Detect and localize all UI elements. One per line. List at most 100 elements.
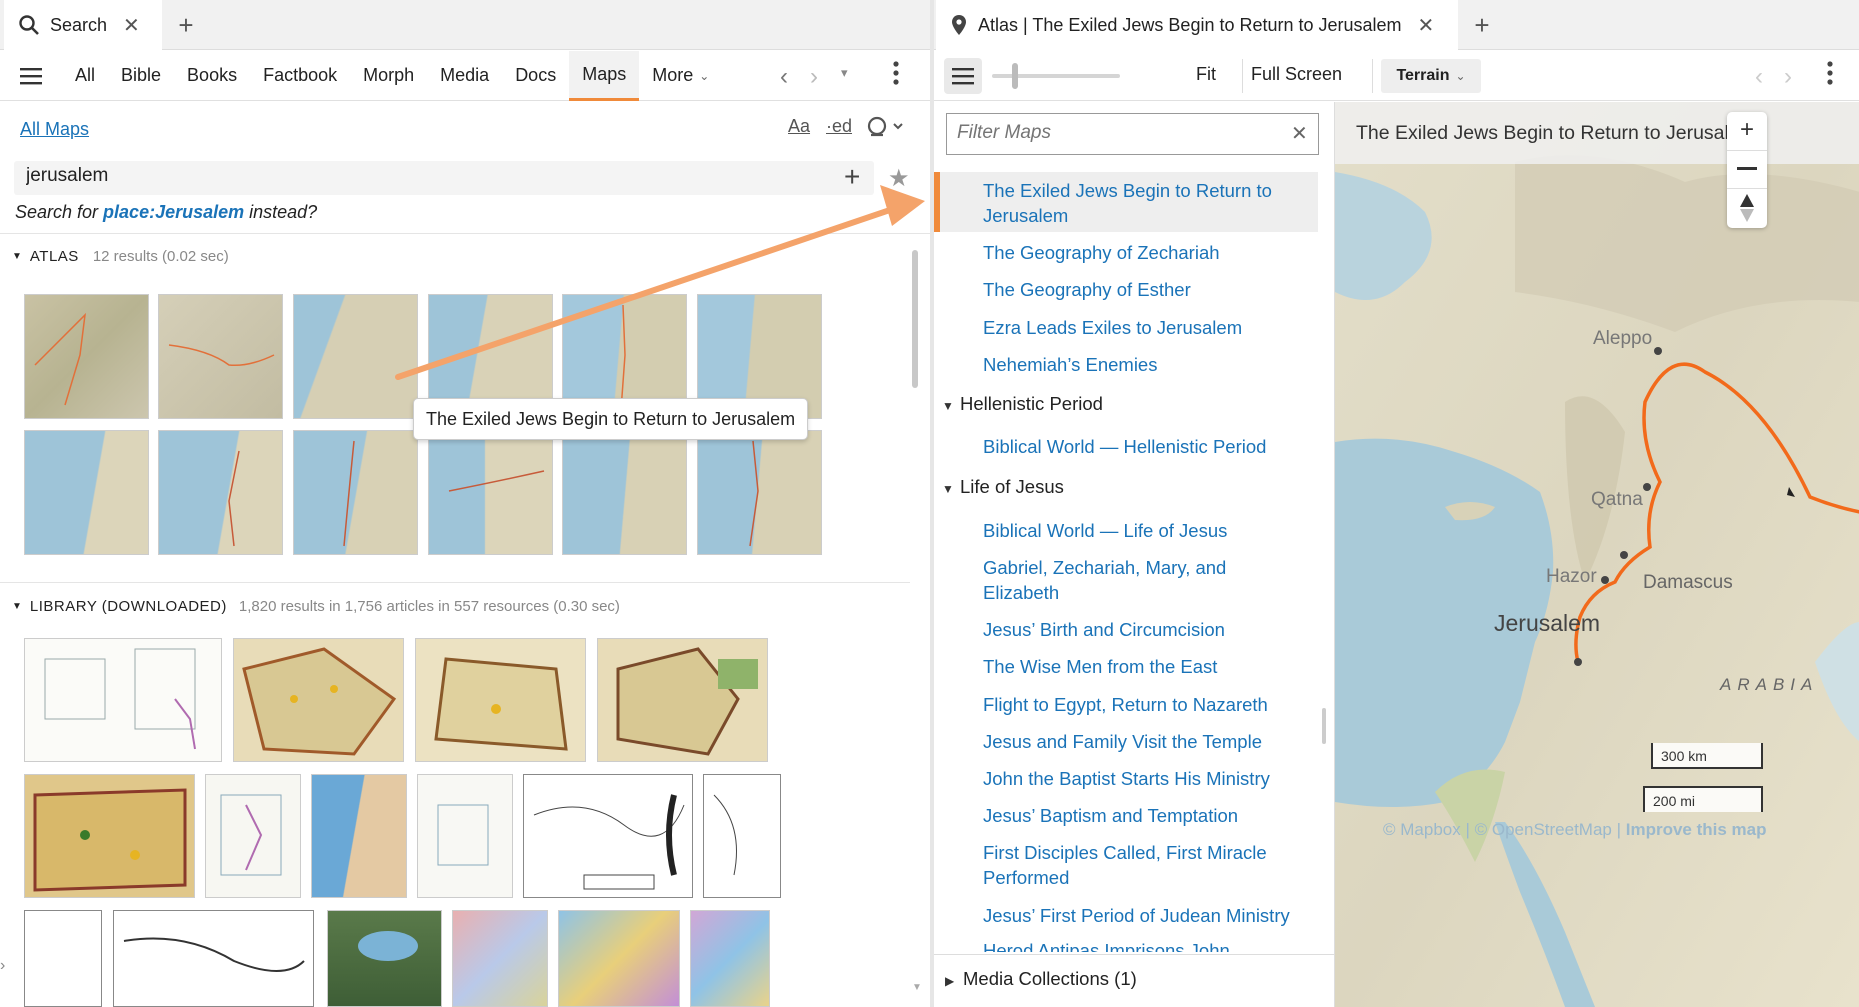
map-item[interactable]: First Disciples Called, First Miracle Pe… (983, 840, 1293, 890)
map-view[interactable]: Aleppo Qatna Hazor Damascus Jerusalem AR… (1334, 102, 1859, 1007)
tab-morph[interactable]: Morph (350, 51, 427, 101)
more-vertical-icon[interactable] (1827, 61, 1833, 90)
close-icon[interactable]: ✕ (1418, 13, 1435, 38)
library-thumbnail[interactable] (690, 910, 770, 1007)
scroll-down-icon[interactable]: ▼ (912, 982, 922, 993)
map-item[interactable]: The Wise Men from the East (983, 654, 1217, 679)
atlas-thumbnail[interactable] (293, 294, 418, 419)
tab-factbook[interactable]: Factbook (250, 51, 350, 101)
atlas-thumbnail[interactable] (158, 430, 283, 555)
new-tab-plus-icon[interactable]: + (1467, 10, 1497, 41)
new-tab-plus-icon[interactable]: + (171, 10, 201, 41)
atlas-thumbnail[interactable] (24, 430, 149, 555)
compass-north-icon[interactable] (1739, 194, 1755, 227)
library-thumbnail[interactable] (327, 910, 442, 1007)
library-thumbnail[interactable] (558, 910, 680, 1007)
zoom-slider-handle[interactable] (1012, 63, 1018, 89)
mapbox-attribution-link[interactable]: © Mapbox (1383, 820, 1461, 839)
map-item[interactable]: Ezra Leads Exiles to Jerusalem (983, 315, 1242, 340)
full-screen-button[interactable]: Full Screen (1251, 64, 1342, 85)
search-options-icon[interactable] (866, 115, 904, 144)
scrollbar-thumb[interactable] (1322, 708, 1326, 744)
library-thumbnail[interactable] (597, 638, 768, 762)
improve-map-link[interactable]: Improve this map (1626, 820, 1767, 839)
tab-more[interactable]: More ⌄ (639, 51, 722, 101)
map-item[interactable]: John the Baptist Starts His Ministry (983, 766, 1270, 791)
font-size-icon[interactable]: Aa (788, 116, 810, 137)
library-thumbnail[interactable] (24, 910, 102, 1007)
tab-all[interactable]: All (62, 51, 108, 101)
library-thumbnail[interactable] (703, 774, 781, 898)
panel-expand-chevron-icon[interactable]: › (0, 957, 5, 975)
library-thumbnail[interactable] (415, 638, 586, 762)
library-thumbnail[interactable] (311, 774, 407, 898)
library-thumbnail[interactable] (205, 774, 301, 898)
close-icon[interactable]: ✕ (123, 13, 140, 38)
zoom-out-icon[interactable] (1737, 167, 1757, 170)
attribution-separator: | (1460, 820, 1475, 839)
star-icon[interactable]: ★ (888, 164, 910, 193)
inflection-icon[interactable]: ·ed (826, 116, 852, 137)
library-thumbnail[interactable] (24, 774, 195, 898)
back-chevron-icon[interactable]: ‹ (780, 63, 788, 91)
map-item[interactable]: Jesus’ First Period of Judean Ministry (983, 903, 1290, 928)
map-item[interactable]: Nehemiah’s Enemies (983, 352, 1157, 377)
map-item[interactable]: Biblical World — Life of Jesus (983, 518, 1227, 543)
tab-maps[interactable]: Maps (569, 50, 640, 101)
map-item[interactable]: Gabriel, Zechariah, Mary, and Elizabeth (983, 555, 1263, 605)
atlas-thumbnail[interactable] (428, 430, 553, 555)
media-collections[interactable]: ▶ Media Collections (1) (945, 968, 1137, 990)
atlas-thumbnail[interactable] (697, 430, 822, 555)
place-jerusalem-link[interactable]: place:Jerusalem (103, 202, 244, 222)
tab-docs[interactable]: Docs (502, 51, 569, 101)
map-item[interactable]: Flight to Egypt, Return to Nazareth (983, 692, 1268, 717)
scrollbar-thumb[interactable] (912, 250, 918, 388)
panel-menu-icon[interactable] (944, 58, 982, 94)
library-thumbnail[interactable] (452, 910, 548, 1007)
zoom-in-icon[interactable]: + (1727, 112, 1767, 150)
forward-chevron-icon[interactable]: › (1784, 63, 1792, 91)
map-item[interactable]: The Geography of Esther (983, 277, 1191, 302)
fit-button[interactable]: Fit (1196, 64, 1216, 85)
map-item[interactable]: The Geography of Zechariah (983, 240, 1220, 265)
atlas-thumbnail[interactable] (158, 294, 283, 419)
map-item-selected[interactable]: The Exiled Jews Begin to Return to Jerus… (983, 178, 1303, 228)
tab-books[interactable]: Books (174, 51, 250, 101)
more-vertical-icon[interactable] (893, 61, 899, 90)
all-maps-link[interactable]: All Maps (20, 119, 89, 140)
library-section-header[interactable]: ▼ LIBRARY (DOWNLOADED) 1,820 results in … (12, 598, 620, 615)
back-chevron-icon[interactable]: ‹ (1755, 63, 1763, 91)
clear-filter-icon[interactable]: ✕ (1291, 121, 1308, 146)
search-input[interactable] (14, 161, 794, 191)
library-thumbnail[interactable] (113, 910, 314, 1007)
filter-box[interactable]: ✕ (946, 113, 1319, 155)
atlas-tab[interactable]: Atlas | The Exiled Jews Begin to Return … (936, 0, 1458, 50)
library-thumbnail[interactable] (417, 774, 513, 898)
terrain-dropdown[interactable]: Terrain ⌄ (1381, 59, 1481, 93)
tab-media[interactable]: Media (427, 51, 502, 101)
atlas-thumbnail[interactable] (24, 294, 149, 419)
group-hellenistic[interactable]: ▼ Hellenistic Period (942, 393, 1103, 415)
map-item[interactable]: Jesus’ Baptism and Temptation (983, 803, 1238, 828)
group-life-of-jesus[interactable]: ▼ Life of Jesus (942, 476, 1064, 498)
tab-bible[interactable]: Bible (108, 51, 174, 101)
atlas-thumbnail[interactable] (293, 430, 418, 555)
map-item[interactable]: Jesus’ Birth and Circumcision (983, 617, 1225, 642)
add-query-plus-icon[interactable]: + (844, 161, 860, 193)
atlas-tab-label: Atlas | The Exiled Jews Begin to Return … (978, 14, 1402, 35)
filter-maps-input[interactable] (947, 114, 1267, 152)
hamburger-menu-icon[interactable] (0, 51, 62, 101)
library-thumbnail[interactable] (24, 638, 222, 762)
forward-chevron-icon[interactable]: › (810, 63, 818, 91)
search-tab[interactable]: Search ✕ (4, 0, 162, 50)
search-box[interactable]: + (14, 161, 874, 195)
osm-attribution-link[interactable]: © OpenStreetMap (1475, 820, 1612, 839)
map-item[interactable]: Jesus and Family Visit the Temple (983, 729, 1262, 754)
history-dropdown-icon[interactable]: ▾ (841, 65, 848, 81)
map-item[interactable]: Biblical World — Hellenistic Period (983, 434, 1266, 459)
library-thumbnail[interactable] (523, 774, 693, 898)
atlas-section-header[interactable]: ▼ ATLAS 12 results (0.02 sec) (12, 248, 229, 265)
library-thumbnail[interactable] (233, 638, 404, 762)
map-item[interactable]: Herod Antipas Imprisons John (983, 938, 1230, 952)
atlas-thumbnail[interactable] (562, 430, 687, 555)
